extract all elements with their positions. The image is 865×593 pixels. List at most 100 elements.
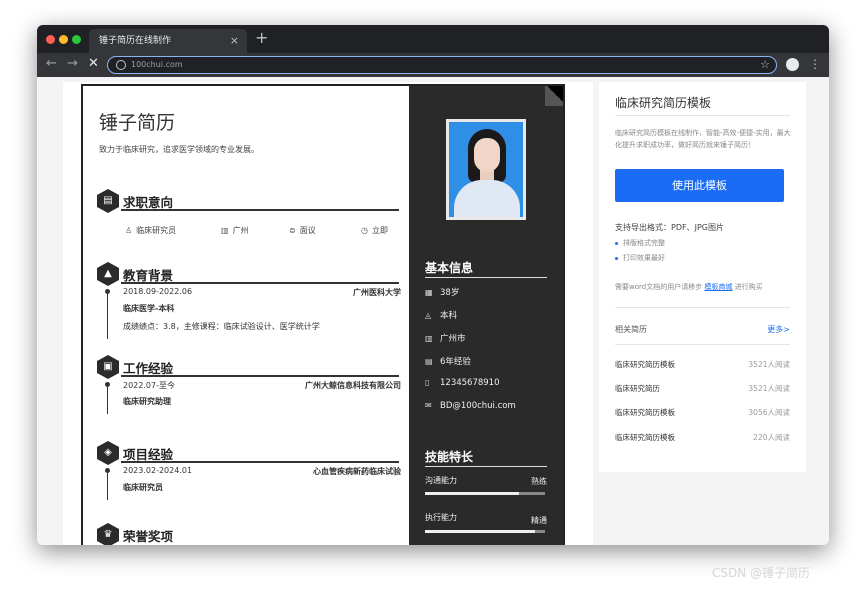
section-honor: ♛ 荣誉奖项	[97, 523, 399, 545]
site-info-icon[interactable]	[116, 60, 126, 70]
edu-major: 临床医学-本科	[123, 304, 175, 313]
section-intent: ▤ 求职意向	[97, 189, 399, 213]
close-window-button[interactable]	[46, 35, 55, 44]
skill-bar	[425, 530, 545, 533]
intent-position: ♙ 临床研究员	[125, 226, 177, 235]
new-tab-button[interactable]: +	[255, 28, 268, 47]
work-period: 2022.07-至今	[123, 381, 175, 390]
more-link[interactable]: 更多>	[767, 324, 790, 335]
info-degree: ◬ 本科	[425, 311, 458, 321]
project-period: 2023.02-2024.01	[123, 466, 193, 475]
timeline-line	[107, 470, 108, 500]
back-arrow-icon[interactable]: ←	[46, 56, 57, 71]
mail-icon: ✉	[425, 401, 432, 410]
briefcase-icon: ▣	[97, 355, 119, 379]
resume-preview: 锤子简历 致力于临床研究，追求医学领域的专业发展。 ▤ 求职意向 ♙ 临床研究员 …	[81, 84, 565, 545]
forward-arrow-icon[interactable]: →	[67, 56, 78, 71]
intent-availability: ◷ 立即	[361, 226, 388, 235]
timeline-dot	[105, 289, 110, 294]
section-divider	[121, 461, 399, 463]
template-description: 临床研究简历模板在线制作，智能-高效-便捷-实用，最大化提升求职成功率，做好简历…	[615, 129, 791, 149]
skill-level: 熟练	[531, 477, 547, 486]
profile-avatar-icon[interactable]	[786, 58, 799, 71]
template-panel: 临床研究简历模板 临床研究简历模板在线制作，智能-高效-便捷-实用，最大化提升求…	[599, 82, 806, 472]
skill-bar-fill	[425, 530, 536, 533]
section-education: ▲ 教育背景	[97, 262, 399, 286]
bookmark-star-icon[interactable]: ☆	[760, 58, 770, 71]
timeline-line	[107, 291, 108, 339]
clipboard-icon: ▤	[97, 189, 119, 213]
browser-toolbar: ← → ✕ 100chui.com ☆ ⋮	[37, 53, 829, 77]
skill-bar-fill	[425, 492, 519, 495]
graduation-cap-icon: ▲	[97, 262, 119, 286]
skills-title: 技能特长	[425, 450, 474, 464]
info-phone: ▯ 12345678910	[425, 378, 500, 388]
tab-title: 锤子简历在线制作	[99, 36, 172, 46]
sidebar-divider	[425, 466, 547, 467]
corner-fold	[545, 86, 563, 106]
phone-icon: ▯	[425, 378, 430, 387]
info-city: ▥ 广州市	[425, 334, 466, 344]
section-title: 荣誉奖项	[123, 529, 174, 544]
resume-motto: 致力于临床研究，追求医学领域的专业发展。	[99, 145, 259, 154]
intent-city: ▥ 广州	[221, 226, 249, 235]
resume-name: 锤子简历	[99, 112, 176, 134]
browser-titlebar: 锤子简历在线制作 × +	[37, 25, 829, 53]
panel-divider	[615, 307, 790, 308]
timeline-dot	[105, 382, 110, 387]
section-project: ◈ 项目经验	[97, 441, 399, 465]
section-divider	[121, 282, 399, 284]
clock-icon: ◷	[361, 226, 368, 235]
project-role: 临床研究员	[123, 483, 163, 492]
section-work: ▣ 工作经验	[97, 355, 399, 379]
url-text[interactable]: 100chui.com	[131, 59, 183, 71]
feature-item: 排版格式完整	[615, 238, 665, 248]
trophy-icon: ♛	[97, 523, 119, 545]
template-mall-link[interactable]: 模板商城	[704, 283, 732, 291]
related-title: 相关简历	[615, 325, 647, 334]
maximize-window-button[interactable]	[72, 35, 81, 44]
related-item[interactable]: 临床研究简历模板 220人阅读	[615, 432, 790, 443]
export-formats: 支持导出格式：PDF、JPG图片	[615, 223, 724, 232]
word-note: 需要word文档的用户请移步 模板商城 进行购买	[615, 283, 763, 291]
profile-photo	[446, 119, 526, 220]
info-email: ✉ BD@100chui.com	[425, 401, 516, 411]
bullet-dot	[615, 241, 618, 245]
timeline-dot	[105, 468, 110, 473]
sidebar-divider	[425, 277, 547, 278]
use-template-button[interactable]: 使用此模板	[615, 169, 784, 202]
browser-window: 锤子简历在线制作 × + ← → ✕ 100chui.com ☆ ⋮ 锤子简历 …	[37, 25, 829, 545]
skill-name: 执行能力	[425, 513, 457, 522]
more-menu-icon[interactable]: ⋮	[809, 57, 821, 71]
address-bar[interactable]: 100chui.com ☆	[107, 56, 777, 74]
related-item[interactable]: 临床研究简历 3521人阅读	[615, 383, 790, 394]
edu-detail: 成绩绩点：3.8，主修课程：临床试验设计、医学统计学	[123, 322, 320, 331]
section-divider	[121, 375, 399, 377]
minimize-window-button[interactable]	[59, 35, 68, 44]
timeline-line	[107, 384, 108, 414]
info-age: ▦ 38岁	[425, 288, 460, 298]
watermark: CSDN @锤子简历	[712, 566, 811, 580]
bullet-dot	[615, 256, 618, 260]
edu-school: 广州医科大学	[353, 288, 401, 297]
browser-tab[interactable]: 锤子简历在线制作 ×	[89, 29, 247, 53]
related-item[interactable]: 临床研究简历模板 3056人阅读	[615, 407, 790, 418]
feature-item: 打印效果最好	[615, 253, 665, 263]
panel-divider	[615, 115, 790, 116]
project-name: 心血管疾病新药临床试验	[313, 467, 401, 476]
graduation-cap-icon: ◬	[425, 311, 432, 320]
skill-bar	[425, 492, 545, 495]
resume-sidebar: 基本信息 ▦ 38岁 ◬ 本科 ▥ 广州市 ▤ 6年经验 ▯ 12345678910 ✉ B…	[409, 86, 563, 545]
stop-loading-icon[interactable]: ✕	[88, 56, 99, 71]
template-title: 临床研究简历模板	[615, 96, 712, 110]
document-icon: ▤	[425, 357, 433, 366]
section-divider	[121, 209, 399, 211]
building-icon: ▥	[221, 226, 229, 235]
skill-name: 沟通能力	[425, 476, 457, 485]
related-item[interactable]: 临床研究简历模板 3521人阅读	[615, 359, 790, 370]
tab-close-icon[interactable]: ×	[230, 29, 239, 53]
work-company: 广州大鲸信息科技有限公司	[305, 381, 401, 390]
building-icon: ▥	[425, 334, 433, 343]
info-experience: ▤ 6年经验	[425, 357, 471, 367]
yen-icon: ⊜	[289, 226, 296, 235]
